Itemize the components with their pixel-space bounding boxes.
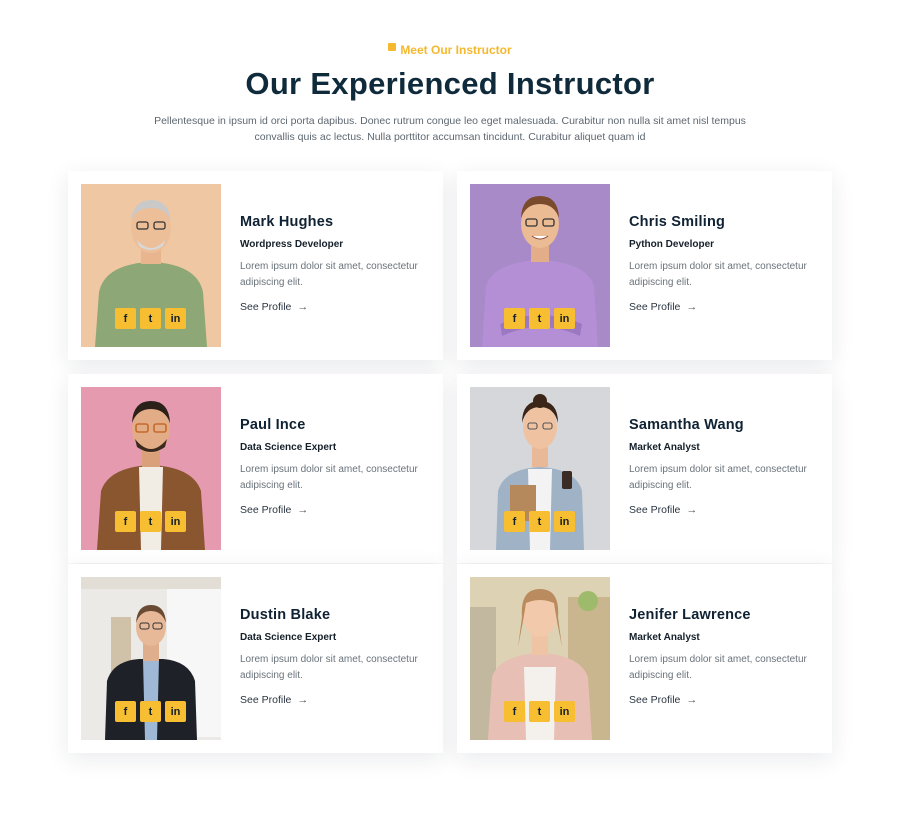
twitter-icon[interactable]: t [140, 701, 161, 722]
linkedin-icon[interactable]: in [554, 511, 575, 532]
see-profile-label: See Profile [240, 694, 292, 706]
twitter-icon[interactable]: t [140, 308, 161, 329]
instructor-name: Mark Hughes [240, 214, 334, 230]
instructor-photo: f t in [470, 387, 610, 550]
instructor-card: f t in Mark Hughes Wordpress Developer L… [68, 171, 443, 360]
section-eyebrow: Meet Our Instructor [0, 43, 900, 57]
instructor-description: Lorem ipsum dolor sit amet, consectetur … [240, 654, 418, 681]
arrow-right-icon: → [686, 301, 698, 313]
instructor-description: Lorem ipsum dolor sit amet, consectetur … [629, 261, 807, 288]
twitter-icon[interactable]: t [140, 511, 161, 532]
twitter-icon[interactable]: t [529, 701, 550, 722]
instructor-info: Chris Smiling Python Developer Lorem ips… [629, 214, 824, 315]
see-profile-link[interactable]: See Profile → [240, 301, 308, 313]
instructor-name: Paul Ince [240, 417, 306, 433]
instructor-info: Dustin Blake Data Science Expert Lorem i… [240, 607, 435, 708]
instructor-photo: f t in [81, 387, 221, 550]
linkedin-icon[interactable]: in [554, 308, 575, 329]
instructor-description: Lorem ipsum dolor sit amet, consectetur … [240, 261, 418, 288]
instructor-name: Jenifer Lawrence [629, 607, 751, 623]
see-profile-link[interactable]: See Profile → [629, 301, 697, 313]
instructor-role: Python Developer [629, 239, 715, 250]
instructor-card: f t in Samantha Wang Market Analyst Lore… [457, 374, 832, 563]
section-subtitle: Pellentesque in ipsum id orci porta dapi… [154, 115, 746, 143]
facebook-icon[interactable]: f [504, 511, 525, 532]
instructor-card: f t in Chris Smiling Python Developer Lo… [457, 171, 832, 360]
instructor-role: Data Science Expert [240, 632, 337, 643]
see-profile-label: See Profile [629, 301, 681, 313]
instructor-info: Mark Hughes Wordpress Developer Lorem ip… [240, 214, 435, 315]
social-links: f t in [504, 701, 575, 722]
arrow-right-icon: → [297, 694, 309, 706]
arrow-right-icon: → [297, 504, 309, 516]
instructor-photo: f t in [470, 577, 610, 740]
see-profile-label: See Profile [629, 694, 681, 706]
see-profile-link[interactable]: See Profile → [629, 694, 697, 706]
facebook-icon[interactable]: f [115, 308, 136, 329]
see-profile-link[interactable]: See Profile → [240, 504, 308, 516]
section-title: Our Experienced Instructor [245, 66, 655, 101]
instructor-photo: f t in [470, 184, 610, 347]
see-profile-link[interactable]: See Profile → [629, 504, 697, 516]
instructor-role: Data Science Expert [240, 442, 337, 453]
see-profile-label: See Profile [240, 301, 292, 313]
instructor-card: f t in Dustin Blake Data Science Expert … [68, 564, 443, 753]
instructor-photo: f t in [81, 577, 221, 740]
arrow-right-icon: → [686, 504, 698, 516]
social-links: f t in [115, 308, 186, 329]
linkedin-icon[interactable]: in [165, 511, 186, 532]
social-links: f t in [115, 701, 186, 722]
arrow-right-icon: → [686, 694, 698, 706]
instructor-info: Samantha Wang Market Analyst Lorem ipsum… [629, 417, 824, 518]
instructor-description: Lorem ipsum dolor sit amet, consectetur … [629, 654, 807, 681]
instructor-role: Wordpress Developer [240, 239, 344, 250]
facebook-icon[interactable]: f [504, 308, 525, 329]
instructor-name: Samantha Wang [629, 417, 744, 433]
linkedin-icon[interactable]: in [165, 308, 186, 329]
facebook-icon[interactable]: f [115, 701, 136, 722]
eyebrow-text: Meet Our Instructor [400, 43, 512, 57]
social-links: f t in [504, 308, 575, 329]
linkedin-icon[interactable]: in [165, 701, 186, 722]
instructor-description: Lorem ipsum dolor sit amet, consectetur … [240, 464, 418, 491]
arrow-right-icon: → [297, 301, 309, 313]
instructor-photo: f t in [81, 184, 221, 347]
facebook-icon[interactable]: f [504, 701, 525, 722]
square-icon [388, 43, 397, 51]
instructor-description: Lorem ipsum dolor sit amet, consectetur … [629, 464, 807, 491]
linkedin-icon[interactable]: in [554, 701, 575, 722]
instructor-info: Paul Ince Data Science Expert Lorem ipsu… [240, 417, 435, 518]
instructor-role: Market Analyst [629, 632, 700, 643]
instructor-card: f t in Jenifer Lawrence Market Analyst L… [457, 564, 832, 753]
instructor-card: f t in Paul Ince Data Science Expert Lor… [68, 374, 443, 563]
instructor-name: Dustin Blake [240, 607, 331, 623]
facebook-icon[interactable]: f [115, 511, 136, 532]
twitter-icon[interactable]: t [529, 511, 550, 532]
see-profile-label: See Profile [629, 504, 681, 516]
instructor-name: Chris Smiling [629, 214, 726, 230]
social-links: f t in [504, 511, 575, 532]
see-profile-label: See Profile [240, 504, 292, 516]
see-profile-link[interactable]: See Profile → [240, 694, 308, 706]
twitter-icon[interactable]: t [529, 308, 550, 329]
social-links: f t in [115, 511, 186, 532]
instructor-role: Market Analyst [629, 442, 700, 453]
instructor-info: Jenifer Lawrence Market Analyst Lorem ip… [629, 607, 824, 708]
